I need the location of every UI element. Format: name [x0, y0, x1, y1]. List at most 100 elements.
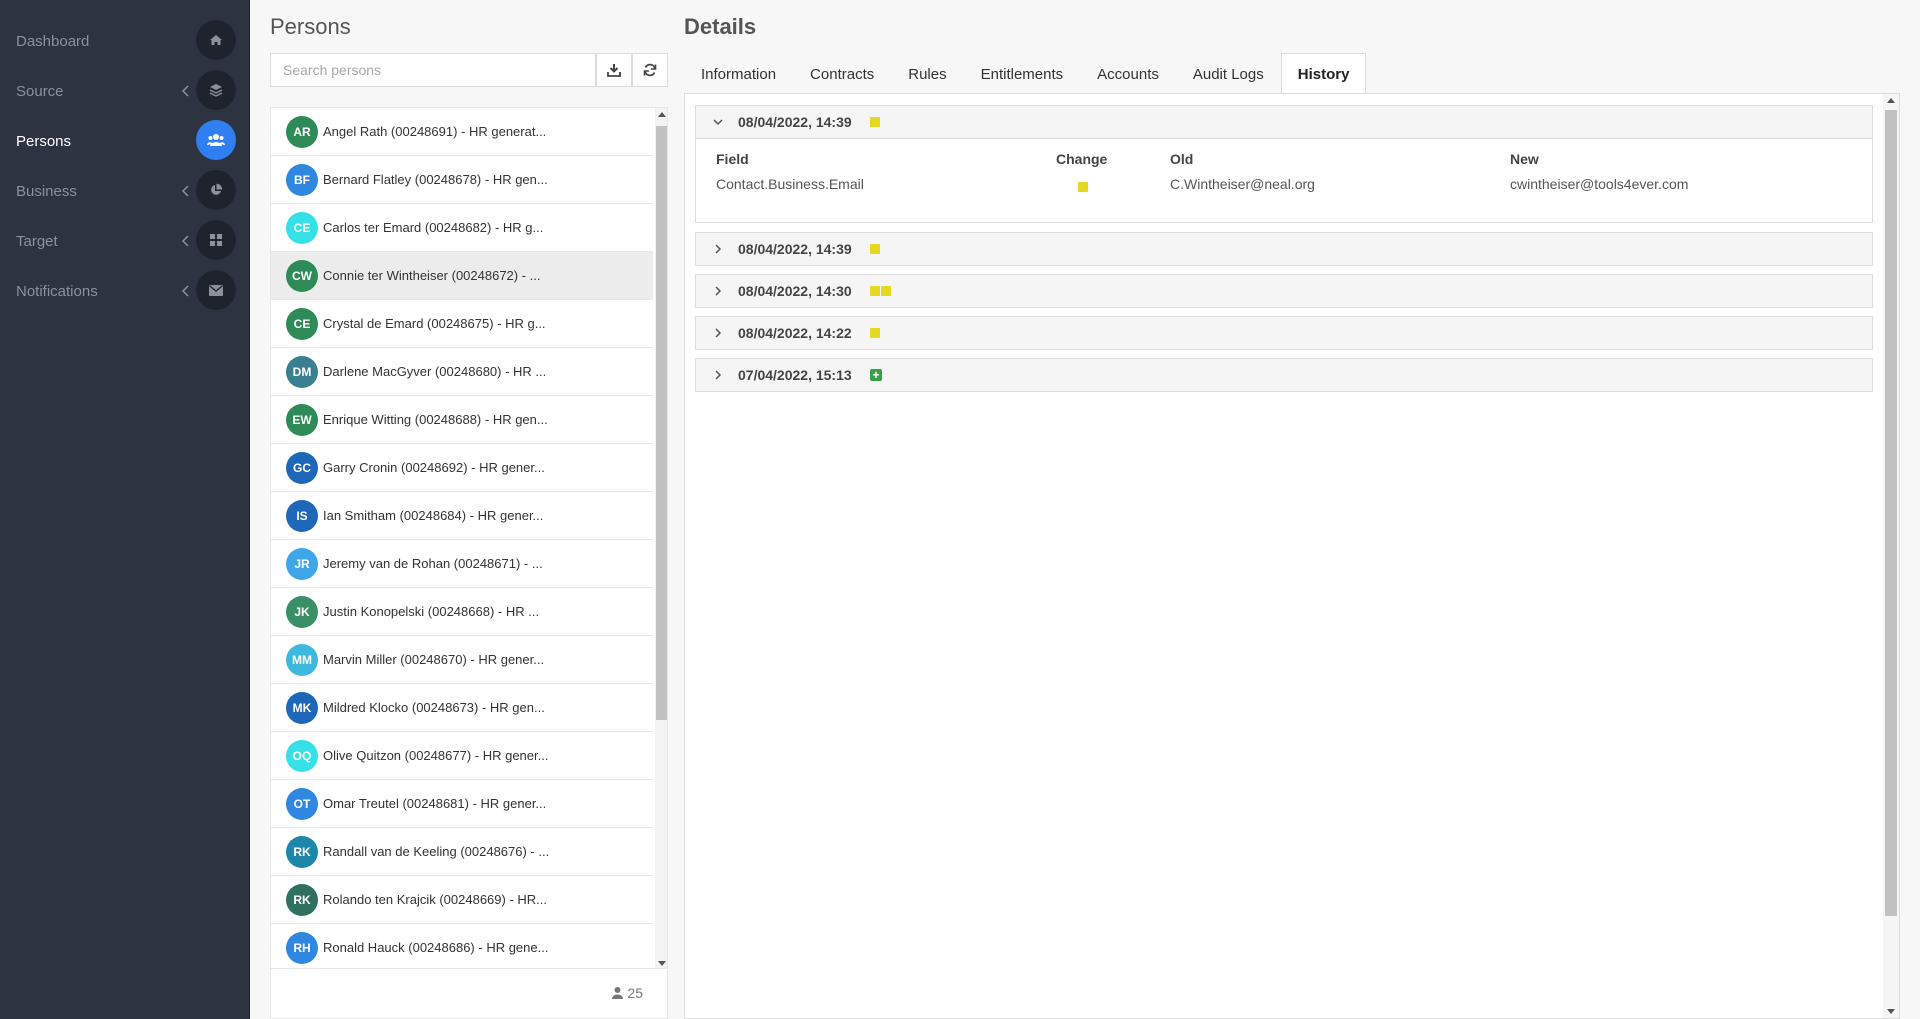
person-count: 25	[612, 985, 643, 1001]
person-name: Justin Konopelski (00248668) - HR ...	[323, 604, 540, 619]
person-name: Carlos ter Emard (00248682) - HR g...	[323, 220, 544, 235]
history-entry-date: 08/04/2022, 14:39	[738, 114, 852, 130]
person-list-item[interactable]: IS Ian Smitham (00248684) - HR gener...	[271, 492, 653, 540]
avatar: IS	[286, 499, 318, 532]
person-name: Marvin Miller (00248670) - HR gener...	[323, 652, 545, 667]
person-list-item[interactable]: RH Ronald Hauck (00248686) - HR gene...	[271, 924, 653, 968]
person-list-item[interactable]: RK Randall van de Keeling (00248676) - ..…	[271, 828, 653, 876]
scroll-up-arrow-icon[interactable]	[658, 112, 666, 117]
history-entry-header[interactable]: 08/04/2022, 14:30	[696, 275, 1872, 307]
grid-icon	[196, 220, 236, 260]
chevron-right-icon	[715, 370, 722, 380]
tab-rules[interactable]: Rules	[891, 53, 963, 94]
history-entry-header[interactable]: 07/04/2022, 15:13 +	[696, 359, 1872, 391]
tab-audit-logs[interactable]: Audit Logs	[1176, 53, 1281, 94]
envelope-icon	[196, 270, 236, 310]
avatar: AR	[286, 115, 318, 148]
details-tabs: Information Contracts Rules Entitlements…	[684, 53, 1367, 94]
change-badge	[1078, 182, 1088, 192]
tab-information[interactable]: Information	[684, 53, 793, 94]
person-name: Rolando ten Krajcik (00248669) - HR...	[323, 892, 548, 907]
person-list-item[interactable]: OQ Olive Quitzon (00248677) - HR gener...	[271, 732, 653, 780]
refresh-icon	[643, 63, 657, 77]
plus-icon: +	[870, 369, 882, 381]
search-input[interactable]	[270, 53, 596, 87]
scroll-thumb[interactable]	[1885, 110, 1897, 916]
column-header-new: New	[1510, 151, 1539, 167]
tab-history[interactable]: History	[1280, 53, 1367, 94]
history-entry-header[interactable]: 08/04/2022, 14:22	[696, 317, 1872, 349]
history-panel: 08/04/2022, 14:39 Field Change Old New C…	[684, 93, 1900, 1019]
person-list-item[interactable]: AR Angel Rath (00248691) - HR generat...	[271, 108, 653, 156]
refresh-button[interactable]	[632, 53, 668, 87]
tab-accounts[interactable]: Accounts	[1080, 53, 1176, 94]
avatar: DM	[286, 355, 318, 388]
person-list-item[interactable]: MM Marvin Miller (00248670) - HR gener...	[271, 636, 653, 684]
history-entry-table: Field Change Old New Contact.Business.Em…	[696, 138, 1872, 222]
nav-persons[interactable]: Persons	[0, 116, 250, 166]
history-entry[interactable]: 08/04/2022, 14:30	[695, 274, 1873, 308]
persons-title: Persons	[270, 14, 351, 39]
nav-notifications[interactable]: Notifications	[0, 266, 250, 316]
nav-source[interactable]: Source	[0, 66, 250, 116]
users-icon	[196, 120, 236, 160]
chevron-left-icon	[181, 285, 189, 297]
person-list-item[interactable]: BF Bernard Flatley (00248678) - HR gen...	[271, 156, 653, 204]
person-list-item[interactable]: DM Darlene MacGyver (00248680) - HR ...	[271, 348, 653, 396]
person-list-item[interactable]: CW Connie ter Wintheiser (00248672) - ...	[271, 252, 653, 300]
person-name: Jeremy van de Rohan (00248671) - ...	[323, 556, 543, 571]
person-list-item[interactable]: MK Mildred Klocko (00248673) - HR gen...	[271, 684, 653, 732]
download-button[interactable]	[596, 53, 632, 87]
nav-label: Dashboard	[16, 32, 90, 50]
person-list-item[interactable]: OT Omar Treutel (00248681) - HR gener...	[271, 780, 653, 828]
sidebar: Dashboard Source Persons Business Target…	[0, 0, 250, 1019]
nav-label: Source	[16, 82, 64, 100]
avatar: EW	[286, 403, 318, 436]
avatar: MM	[286, 643, 318, 676]
person-name: Connie ter Wintheiser (00248672) - ...	[323, 268, 541, 283]
tab-entitlements[interactable]: Entitlements	[964, 53, 1081, 94]
history-entry[interactable]: 07/04/2022, 15:13 +	[695, 358, 1873, 392]
history-entry[interactable]: 08/04/2022, 14:39	[695, 232, 1873, 266]
avatar: GC	[286, 451, 318, 484]
person-list-item[interactable]: GC Garry Cronin (00248692) - HR gener...	[271, 444, 653, 492]
chevron-right-icon	[715, 244, 722, 254]
person-name: Bernard Flatley (00248678) - HR gen...	[323, 172, 548, 187]
pie-chart-icon	[196, 170, 236, 210]
history-entry[interactable]: 08/04/2022, 14:22	[695, 316, 1873, 350]
history-entry-header[interactable]: 08/04/2022, 14:39	[696, 233, 1872, 265]
details-scrollbar[interactable]	[1883, 94, 1899, 1018]
person-list-item[interactable]: JK Justin Konopelski (00248668) - HR ...	[271, 588, 653, 636]
scroll-down-arrow-icon[interactable]	[658, 961, 666, 966]
avatar: OQ	[286, 739, 318, 772]
scroll-up-arrow-icon[interactable]	[1887, 98, 1895, 103]
person-name: Crystal de Emard (00248675) - HR g...	[323, 316, 546, 331]
person-name: Ian Smitham (00248684) - HR gener...	[323, 508, 544, 523]
avatar: RK	[286, 883, 318, 916]
scroll-down-arrow-icon[interactable]	[1887, 1009, 1895, 1014]
change-badge	[881, 286, 891, 296]
chevron-left-icon	[181, 85, 189, 97]
change-badge	[870, 244, 880, 254]
nav-target[interactable]: Target	[0, 216, 250, 266]
nav-dashboard[interactable]: Dashboard	[0, 16, 250, 66]
change-badge	[870, 117, 880, 127]
layers-icon	[196, 70, 236, 110]
person-list-item[interactable]: CE Crystal de Emard (00248675) - HR g...	[271, 300, 653, 348]
column-header-old: Old	[1170, 151, 1194, 167]
column-header-change: Change	[1056, 151, 1108, 167]
avatar: OT	[286, 787, 318, 820]
person-list-footer: 25	[270, 969, 668, 1019]
person-list-item[interactable]: EW Enrique Witting (00248688) - HR gen...	[271, 396, 653, 444]
history-entry-header[interactable]: 08/04/2022, 14:39	[696, 106, 1872, 138]
nav-label: Notifications	[16, 282, 98, 300]
scroll-thumb[interactable]	[656, 126, 667, 720]
person-list-scrollbar[interactable]	[655, 108, 667, 968]
download-icon	[607, 64, 621, 77]
nav-label: Target	[16, 232, 58, 250]
person-list-item[interactable]: CE Carlos ter Emard (00248682) - HR g...	[271, 204, 653, 252]
person-list-item[interactable]: JR Jeremy van de Rohan (00248671) - ...	[271, 540, 653, 588]
tab-contracts[interactable]: Contracts	[793, 53, 891, 94]
nav-business[interactable]: Business	[0, 166, 250, 216]
person-list-item[interactable]: RK Rolando ten Krajcik (00248669) - HR...	[271, 876, 653, 924]
